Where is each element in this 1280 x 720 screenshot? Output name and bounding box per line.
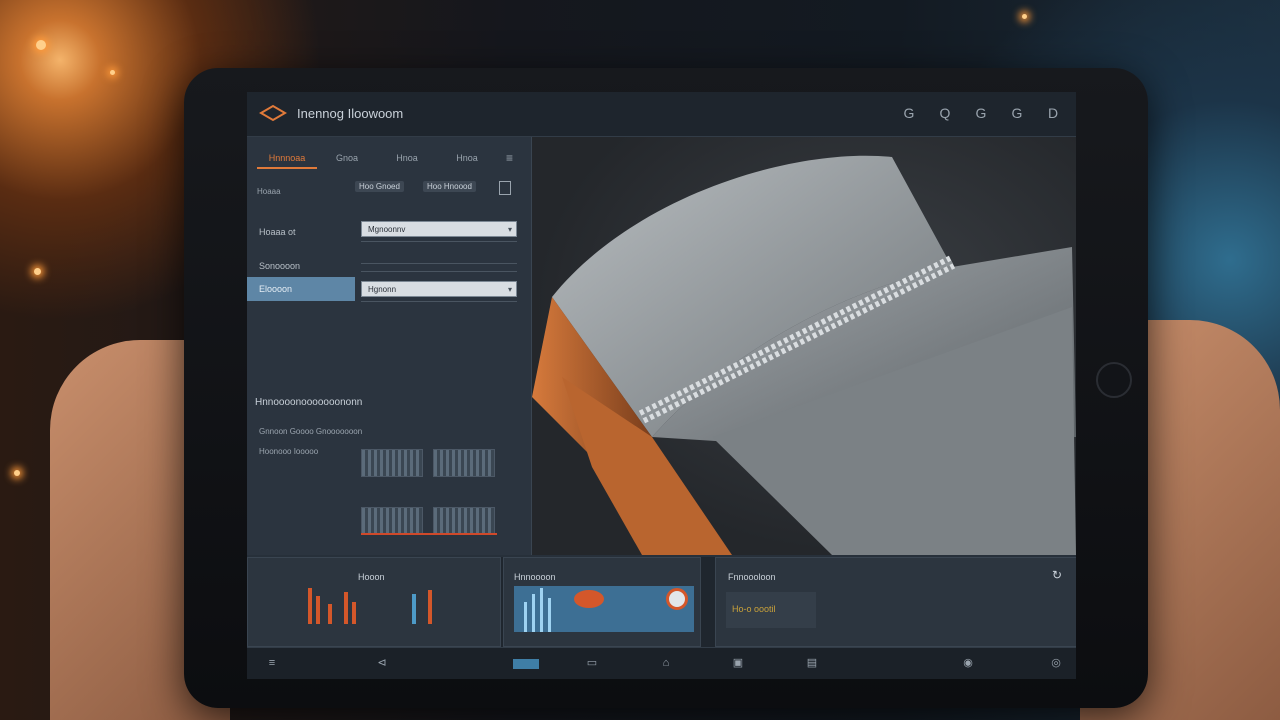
gauge-icon bbox=[666, 588, 688, 610]
bar bbox=[328, 604, 332, 624]
menu-icon[interactable]: ≡ bbox=[506, 151, 513, 165]
bar bbox=[308, 588, 312, 624]
field-value: Hgnonn bbox=[368, 285, 397, 294]
logo-icon bbox=[259, 104, 287, 122]
grid-icon[interactable] bbox=[499, 181, 511, 195]
divider bbox=[361, 263, 517, 264]
document-icon[interactable]: D bbox=[1044, 104, 1062, 122]
card-histogram[interactable]: Hooon bbox=[247, 557, 501, 647]
spark bbox=[34, 268, 41, 275]
row-label: Hoaaa ot bbox=[259, 227, 296, 237]
property-row: Hoaaa ot Mgnoonnv ▾ bbox=[247, 217, 531, 251]
tab-4[interactable]: Hnoa bbox=[437, 149, 497, 167]
property-field[interactable]: Mgnoonnv ▾ bbox=[361, 221, 517, 237]
monitor-icon[interactable]: ▭ bbox=[585, 656, 599, 670]
tab-2[interactable]: Gnoa bbox=[317, 149, 377, 167]
top-bar: Inennog Iloowoom G Q G G D bbox=[247, 92, 1076, 137]
tab-3[interactable]: Hnoa bbox=[377, 149, 437, 167]
property-row: Eloooon Hgnonn ▾ bbox=[247, 277, 531, 311]
spark bbox=[110, 70, 115, 75]
field-value: Mgnoonnv bbox=[368, 225, 406, 234]
app-screen: Inennog Iloowoom G Q G G D Hnnnoaa Gnoa … bbox=[247, 92, 1076, 679]
3d-viewport[interactable] bbox=[532, 137, 1076, 555]
user-icon[interactable]: ◉ bbox=[961, 656, 975, 670]
app-title: Inennog Iloowoom bbox=[297, 106, 404, 121]
bar bbox=[524, 602, 527, 632]
divider bbox=[361, 301, 517, 302]
grid-cell[interactable] bbox=[433, 507, 495, 535]
bar bbox=[352, 602, 356, 624]
back-icon[interactable]: ⊲ bbox=[375, 656, 389, 670]
grid-cell[interactable] bbox=[433, 449, 495, 477]
card-title: Hnnoooon bbox=[514, 572, 556, 582]
panel-header-label: Hoaaa bbox=[257, 187, 281, 196]
settings-icon[interactable]: ◎ bbox=[1049, 656, 1063, 670]
panel-tabs: Hnnnoaa Gnoa Hnoa Hnoa bbox=[257, 149, 497, 169]
section-row: Gnnoon Goooo Gnooooooon bbox=[259, 427, 363, 436]
bar bbox=[548, 598, 551, 632]
readout-value: Ho-o oootil bbox=[732, 604, 776, 614]
spark bbox=[1022, 14, 1027, 19]
g-icon[interactable]: G bbox=[1008, 104, 1026, 122]
divider bbox=[361, 271, 517, 272]
chart-panel bbox=[514, 586, 694, 632]
bar bbox=[344, 592, 348, 624]
chevron-down-icon: ▾ bbox=[507, 285, 512, 294]
section-sub: Hoonooo Iooooo bbox=[259, 447, 319, 456]
active-tab[interactable] bbox=[513, 659, 539, 669]
data-grid bbox=[361, 449, 501, 559]
spark bbox=[14, 470, 20, 476]
grid-icon[interactable]: ▤ bbox=[805, 656, 819, 670]
tools-icon[interactable]: ⌂ bbox=[659, 656, 673, 670]
spark bbox=[36, 40, 46, 50]
menu-icon[interactable]: ≡ bbox=[265, 656, 279, 670]
bar bbox=[532, 594, 535, 632]
card-chart[interactable]: Hnnoooon bbox=[503, 557, 701, 647]
card-title: Hooon bbox=[358, 572, 385, 582]
chip[interactable]: Hoo Hnoood bbox=[423, 181, 476, 192]
bar bbox=[316, 596, 320, 624]
blob bbox=[574, 590, 604, 608]
grid-cell[interactable] bbox=[361, 507, 423, 535]
search-icon[interactable]: Q bbox=[936, 104, 954, 122]
bar bbox=[540, 588, 543, 632]
chip[interactable]: Hoo Gnoed bbox=[355, 181, 404, 192]
lock-icon[interactable]: ▣ bbox=[731, 656, 745, 670]
top-icons: G Q G G D bbox=[900, 104, 1062, 122]
g-icon[interactable]: G bbox=[900, 104, 918, 122]
bar bbox=[428, 590, 432, 624]
refresh-icon[interactable]: ↻ bbox=[1052, 568, 1062, 582]
readout-panel: Ho-o oootil bbox=[726, 592, 816, 628]
properties-panel: Hnnnoaa Gnoa Hnoa Hnoa ≡ Hoaaa Hoo Gnoed… bbox=[247, 137, 532, 555]
divider bbox=[361, 241, 517, 242]
grid-cell[interactable] bbox=[361, 449, 423, 477]
dashboard-row: Hooon Hnnoooon Fnnoooloon ↻ Ho-o oootil bbox=[247, 557, 1076, 647]
bottom-nav: ≡ ⊲ ▭ ⌂ ▣ ▤ ◉ ◎ bbox=[247, 647, 1076, 679]
row-label: Sonoooon bbox=[259, 261, 301, 271]
home-button[interactable] bbox=[1096, 362, 1132, 398]
bar bbox=[412, 594, 416, 624]
chevron-down-icon: ▾ bbox=[507, 225, 512, 234]
card-readout[interactable]: Fnnoooloon ↻ Ho-o oootil bbox=[715, 557, 1076, 647]
property-field[interactable]: Hgnonn ▾ bbox=[361, 281, 517, 297]
section-title: Hnnoooonooooooononn bbox=[255, 397, 363, 408]
tab-1[interactable]: Hnnnoaa bbox=[257, 149, 317, 169]
progress-line bbox=[361, 533, 497, 535]
weld-model bbox=[532, 155, 1076, 555]
g-icon[interactable]: G bbox=[972, 104, 990, 122]
card-title: Fnnoooloon bbox=[728, 572, 776, 582]
row-label-selected[interactable]: Eloooon bbox=[247, 277, 355, 301]
